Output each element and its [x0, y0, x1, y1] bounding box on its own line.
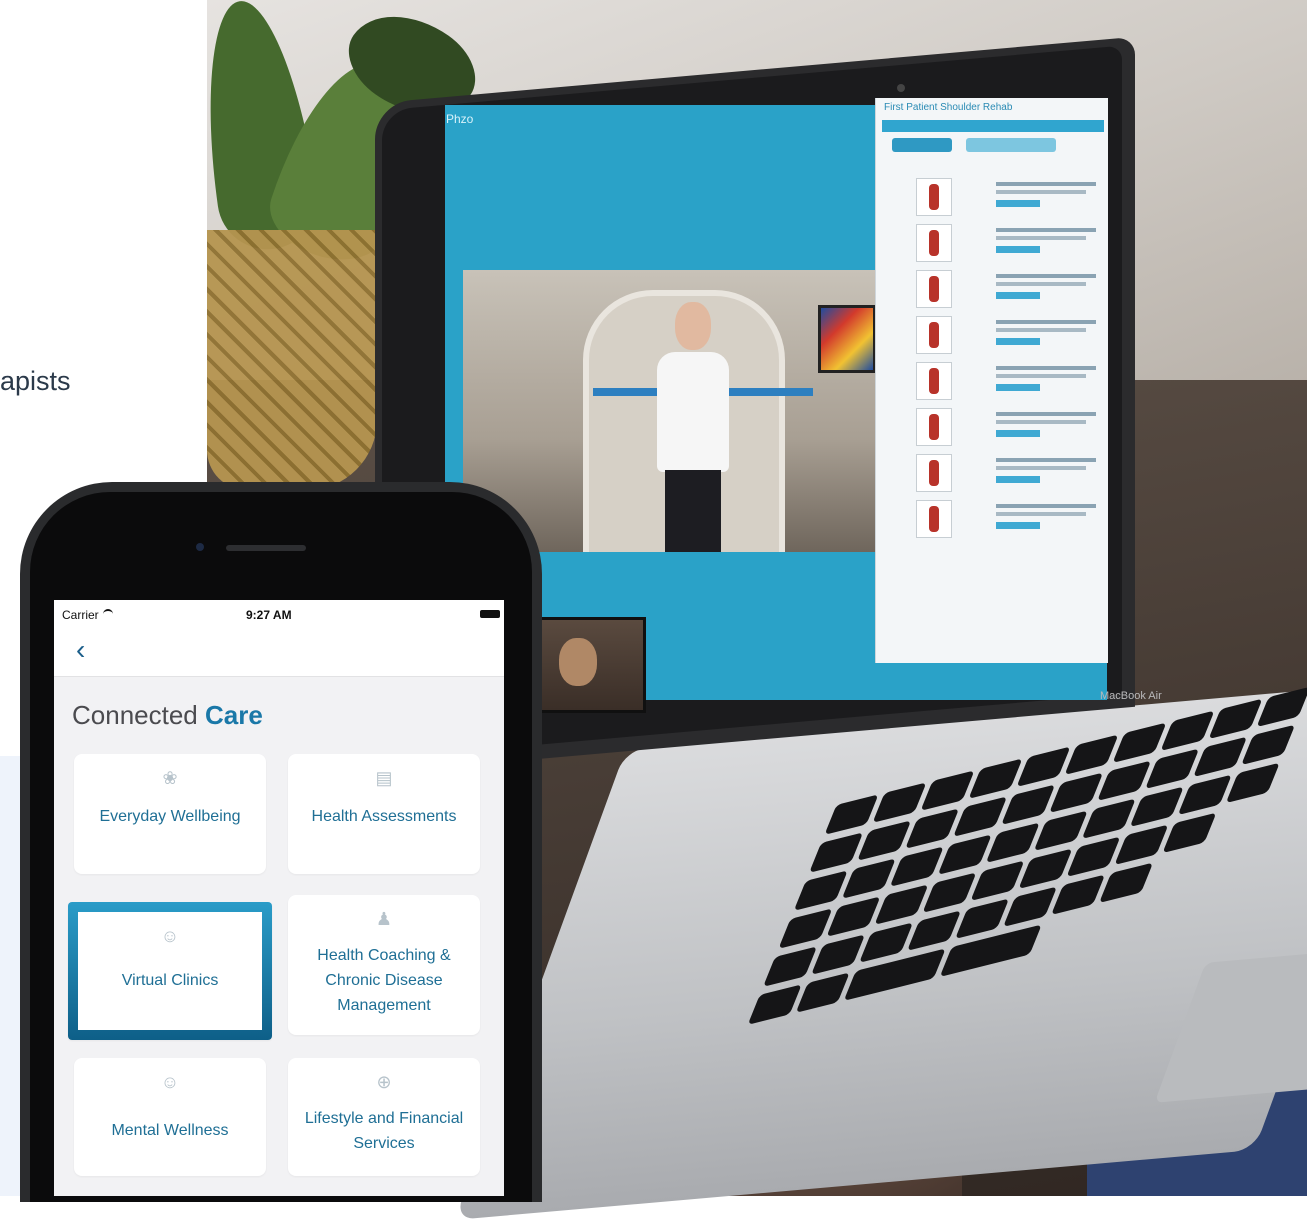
panel-title: First Patient Shoulder Rehab	[884, 102, 1013, 113]
patient-video	[653, 302, 733, 552]
laptop-brand-label: MacBook Air	[1100, 690, 1162, 702]
tile-health-coaching[interactable]: ♟ Health Coaching & Chronic Disease Mana…	[288, 895, 480, 1035]
panel-tab-button[interactable]	[892, 138, 952, 152]
tile-label: Health Assessments	[311, 808, 457, 825]
laptop-camera	[897, 84, 905, 92]
carrier-label: Carrier	[62, 608, 99, 622]
tile-everyday-wellbeing[interactable]: ❀ Everyday Wellbeing	[74, 754, 266, 874]
person-coach-icon: ♟	[375, 909, 393, 929]
tile-label: Everyday Wellbeing	[99, 808, 241, 825]
phone-screen: Carrier 9:27 AM ‹ Connected Care ❀ Every…	[54, 600, 504, 1196]
people-icon: ☺	[160, 926, 180, 946]
exercise-row[interactable]	[886, 406, 1101, 450]
tile-label: Health Coaching & Chronic Disease Manage…	[317, 947, 451, 1014]
status-carrier: Carrier	[62, 608, 113, 622]
exercise-panel: First Patient Shoulder Rehab	[875, 98, 1108, 663]
exercise-row[interactable]	[886, 268, 1101, 312]
plant-pot	[207, 230, 377, 490]
page-title-plain: Connected	[72, 700, 205, 730]
tile-virtual-clinics[interactable]: ☺ Virtual Clinics	[68, 902, 272, 1040]
tile-label: Lifestyle and Financial Services	[304, 1110, 464, 1152]
plus-circle-icon: ⊕	[376, 1072, 392, 1092]
tile-label: Mental Wellness	[111, 1122, 229, 1139]
panel-tab-button[interactable]	[966, 138, 1056, 152]
phone-speaker	[226, 545, 306, 551]
exercise-row[interactable]	[886, 314, 1101, 358]
tile-lifestyle-financial[interactable]: ⊕ Lifestyle and Financial Services	[288, 1058, 480, 1176]
exercise-row[interactable]	[886, 360, 1101, 404]
exercise-row[interactable]	[886, 452, 1101, 496]
phone-front-camera	[196, 543, 204, 551]
back-icon[interactable]: ‹	[76, 636, 92, 664]
head-icon: ☺	[160, 1072, 180, 1092]
wall-painting	[818, 305, 876, 373]
exercise-row[interactable]	[886, 222, 1101, 266]
headline-fragment: apists	[0, 366, 71, 396]
exercise-row[interactable]	[886, 176, 1101, 220]
tile-health-assessments[interactable]: ▤ Health Assessments	[288, 754, 480, 874]
lotus-icon: ❀	[162, 768, 178, 788]
page-title: Connected Care	[72, 700, 263, 731]
tile-label: Virtual Clinics	[121, 972, 219, 989]
status-time: 9:27 AM	[246, 608, 292, 622]
battery-icon	[480, 610, 500, 618]
panel-tabs[interactable]	[882, 120, 1104, 132]
tile-mental-wellness[interactable]: ☺ Mental Wellness	[74, 1058, 266, 1176]
video-call-main	[463, 270, 906, 552]
wifi-icon	[102, 609, 113, 619]
bar-chart-icon: ▤	[375, 768, 393, 788]
tile-inner: ☺ Virtual Clinics	[78, 912, 262, 1030]
app-logo: Phzo	[446, 112, 474, 126]
page-title-accent: Care	[204, 700, 263, 730]
exercise-row[interactable]	[886, 498, 1101, 542]
